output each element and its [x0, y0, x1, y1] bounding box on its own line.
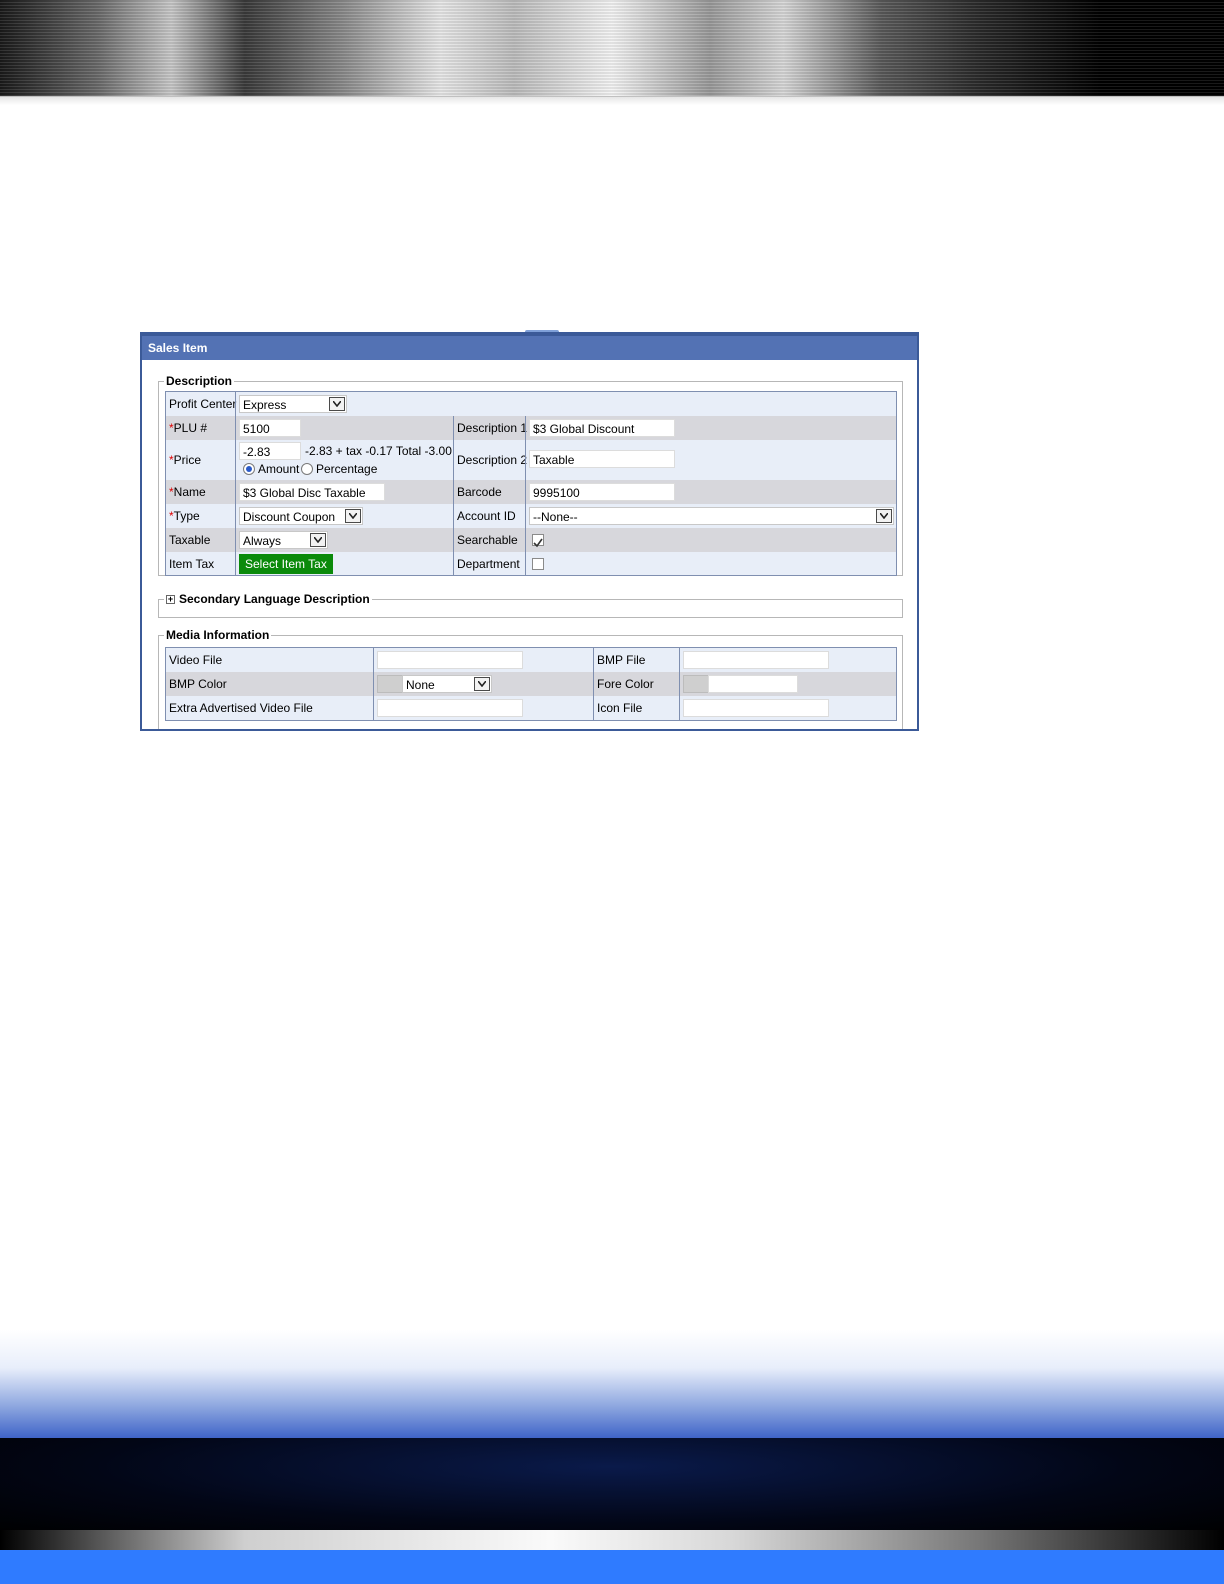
expand-icon[interactable]: +	[166, 595, 175, 605]
fore-color-label: Fore Color	[597, 677, 654, 691]
taxable-select[interactable]: Always	[239, 531, 328, 549]
extra-video-label: Extra Advertised Video File	[169, 701, 313, 715]
barcode-label: Barcode	[457, 485, 502, 499]
percentage-radio-label: Percentage	[316, 462, 378, 476]
bmp-color-swatch[interactable]	[377, 675, 403, 693]
type-value: Discount Coupon	[243, 510, 336, 524]
chevron-down-icon	[310, 533, 326, 547]
plu-label: *PLU #	[169, 421, 208, 435]
footer-blue-strip	[0, 1550, 1224, 1584]
secondary-language-fieldset: + Secondary Language Description	[158, 592, 903, 618]
row-taxable: Taxable Always Searchable	[166, 528, 896, 552]
type-select[interactable]: Discount Coupon	[239, 507, 363, 525]
grid-divider	[593, 648, 594, 720]
department-checkbox[interactable]	[532, 558, 544, 570]
video-file-label: Video File	[169, 653, 223, 667]
chevron-down-icon	[876, 509, 892, 523]
name-label: *Name	[169, 485, 206, 499]
window-title: Sales Item	[142, 336, 917, 360]
row-name: *Name $3 Global Disc Taxable Barcode 999…	[166, 480, 896, 504]
account-id-label: Account ID	[457, 509, 516, 523]
icon-file-label: Icon File	[597, 701, 643, 715]
row-type: *Type Discount Coupon Account ID --None-…	[166, 504, 896, 528]
header-banner	[0, 0, 1224, 96]
amount-radio[interactable]	[243, 463, 255, 475]
price-input[interactable]: -2.83	[239, 442, 301, 460]
fore-color-input[interactable]	[708, 675, 798, 693]
chevron-down-icon	[474, 677, 490, 691]
taxable-value: Always	[243, 534, 282, 548]
row-profit-center: Profit Center Express	[166, 392, 896, 416]
name-input[interactable]: $3 Global Disc Taxable	[239, 483, 385, 501]
chevron-down-icon	[345, 509, 361, 523]
bmp-color-label: BMP Color	[169, 677, 227, 691]
row-extra-video: Extra Advertised Video File Icon File	[166, 696, 896, 720]
price-label: *Price	[169, 453, 202, 467]
video-file-input[interactable]	[377, 651, 523, 669]
description2-label: Description 2	[457, 453, 528, 467]
description-legend: Description	[166, 374, 233, 388]
description1-label: Description 1	[457, 421, 528, 435]
grid-divider	[453, 416, 454, 575]
amount-radio-label: Amount	[258, 462, 300, 476]
bmp-file-label: BMP File	[597, 653, 646, 667]
grid-divider	[525, 416, 526, 575]
row-video-file: Video File BMP File	[166, 648, 896, 672]
row-item-tax: Item Tax Select Item Tax Department	[166, 552, 896, 576]
media-legend: Media Information	[166, 628, 270, 642]
grid-divider	[373, 648, 374, 720]
description-grid: Profit Center Express *PLU # 5100 Descri…	[165, 391, 897, 576]
media-grid: Video File BMP File BMP Color None Fore …	[165, 647, 897, 721]
account-id-select[interactable]: --None--	[529, 507, 894, 525]
footer-silver-rule	[0, 1530, 1224, 1550]
taxable-label: Taxable	[169, 533, 211, 547]
barcode-input[interactable]: 9995100	[529, 483, 675, 501]
chevron-down-icon	[329, 397, 345, 411]
icon-file-input[interactable]	[683, 699, 829, 717]
grid-divider	[679, 648, 680, 720]
footer-glow	[0, 1330, 1224, 1438]
plu-input[interactable]: 5100	[239, 419, 301, 437]
bmp-file-input[interactable]	[683, 651, 829, 669]
fore-color-swatch[interactable]	[683, 675, 709, 693]
searchable-checkbox[interactable]	[532, 534, 544, 548]
department-label: Department	[457, 557, 520, 571]
description2-input[interactable]: Taxable	[529, 450, 675, 468]
footer-band	[0, 1438, 1224, 1534]
grid-divider	[235, 392, 236, 575]
type-label: *Type	[169, 509, 200, 523]
checkmark-icon	[533, 538, 543, 548]
percentage-radio[interactable]	[301, 463, 313, 475]
account-id-value: --None--	[533, 510, 578, 524]
header-divider	[0, 96, 1224, 105]
bmp-color-select[interactable]: None	[402, 675, 492, 693]
extra-video-input[interactable]	[377, 699, 523, 717]
row-plu: *PLU # 5100 Description 1 $3 Global Disc…	[166, 416, 896, 440]
sales-item-window: Sales Item Description Profit Center Exp…	[140, 332, 919, 731]
profit-center-value: Express	[243, 398, 287, 412]
profit-center-select[interactable]: Express	[239, 395, 347, 413]
bmp-color-value: None	[406, 678, 435, 692]
secondary-language-legend[interactable]: + Secondary Language Description	[164, 592, 372, 606]
profit-center-label: Profit Center	[169, 397, 237, 411]
description1-input[interactable]: $3 Global Discount	[529, 419, 675, 437]
row-price: *Price -2.83 -2.83 + tax -0.17 Total -3.…	[166, 440, 896, 480]
item-tax-label: Item Tax	[169, 557, 215, 571]
searchable-label: Searchable	[457, 533, 518, 547]
row-bmp-color: BMP Color None Fore Color	[166, 672, 896, 696]
select-item-tax-button[interactable]: Select Item Tax	[239, 554, 333, 574]
